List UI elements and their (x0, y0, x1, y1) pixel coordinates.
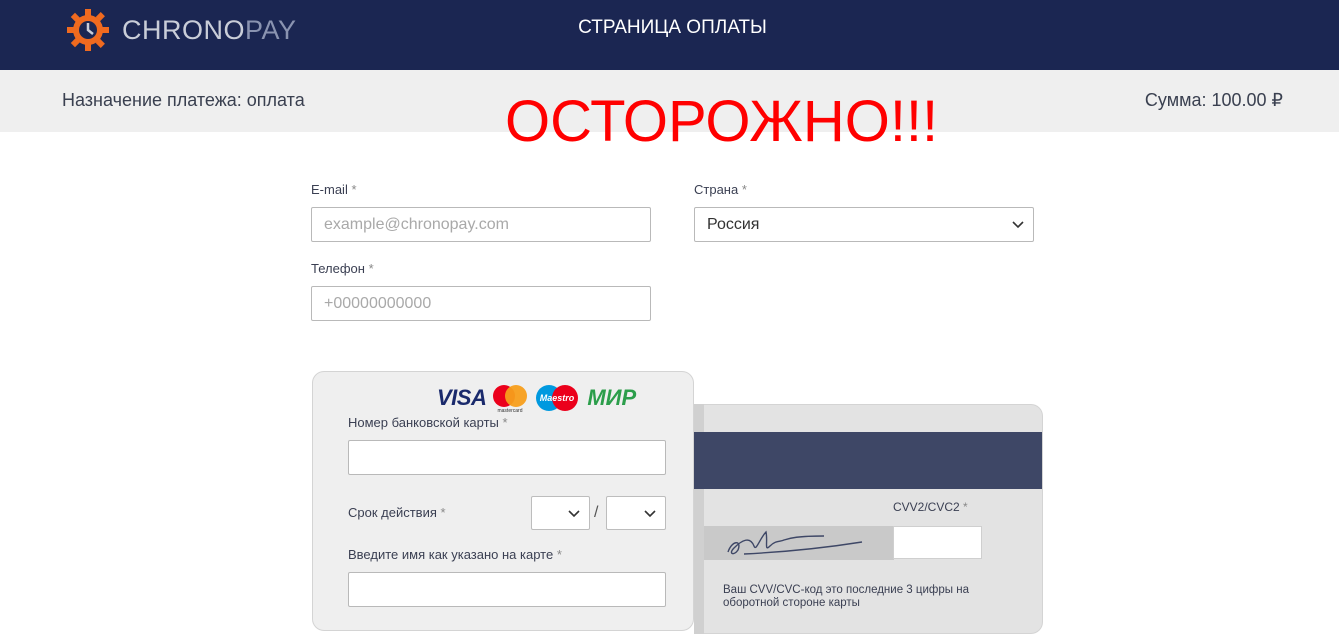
logo-chrono: CHRONO (122, 14, 245, 45)
required-mark: * (556, 547, 562, 562)
chevron-down-icon (644, 510, 656, 518)
logo-wordmark: CHRONOPAY (122, 15, 297, 46)
phone-placeholder: +00000000000 (324, 294, 432, 312)
chevron-down-icon (568, 510, 580, 518)
signature-icon (727, 530, 863, 555)
page-title: СТРАНИЦА ОПЛАТЫ (578, 17, 767, 38)
country-value: Россия (707, 215, 760, 233)
warning-overlay: ОСТОРОЖНО!!! (505, 89, 939, 154)
expiry-year-select[interactable] (606, 496, 666, 530)
svg-text:mastercard: mastercard (498, 408, 523, 413)
expiry-label: Срок действия * (348, 505, 446, 520)
required-mark: * (502, 415, 508, 430)
cvv-input[interactable] (893, 526, 982, 559)
chevron-down-icon (1012, 221, 1024, 229)
country-label: Страна * (694, 182, 747, 197)
expiry-separator: / (594, 504, 599, 521)
country-select[interactable]: Россия (694, 207, 1034, 242)
expiry-label-text: Срок действия (348, 505, 437, 520)
email-placeholder: example@chronopay.com (324, 215, 509, 233)
phone-field[interactable]: +00000000000 (311, 286, 651, 321)
required-mark: * (351, 182, 357, 197)
expiry-month-select[interactable] (531, 496, 590, 530)
cardholder-name-input[interactable] (348, 572, 666, 607)
email-label-text: E-mail (311, 182, 348, 197)
card-brands: VISA mastercard Maestro МИР (437, 383, 636, 413)
cardholder-name-label: Введите имя как указано на карте * (348, 547, 562, 562)
magnetic-strip (694, 432, 1042, 489)
maestro-logo-icon: Maestro (536, 385, 579, 411)
mir-logo: МИР (587, 385, 637, 410)
country-label-text: Страна (694, 182, 739, 197)
phone-label: Телефон * (311, 261, 374, 276)
cvv-label: CVV2/CVC2 * (893, 500, 968, 514)
card-number-label-text: Номер банковской карты (348, 415, 499, 430)
payment-purpose: Назначение платежа: оплата (62, 90, 305, 110)
mastercard-logo-icon: mastercard (493, 385, 528, 413)
required-mark: * (368, 261, 374, 276)
visa-logo: VISA (437, 385, 487, 410)
email-label: E-mail * (311, 182, 357, 197)
header-bar: CHRONOPAY СТРАНИЦА ОПЛАТЫ (0, 0, 1339, 70)
signature-strip (704, 526, 894, 560)
payment-amount: Сумма: 100.00 ₽ (1144, 90, 1283, 110)
chronopay-logo[interactable]: CHRONOPAY (62, 7, 297, 53)
email-field[interactable]: example@chronopay.com (311, 207, 651, 242)
gear-logo-icon (67, 9, 109, 51)
cvv-label-text: CVV2/CVC2 (893, 500, 960, 514)
cardholder-name-label-text: Введите имя как указано на карте (348, 547, 554, 562)
card-number-input[interactable] (348, 440, 666, 475)
required-mark: * (741, 182, 747, 197)
phone-label-text: Телефон (311, 261, 365, 276)
logo-pay: PAY (245, 14, 297, 45)
card-number-label: Номер банковской карты * (348, 415, 508, 430)
required-mark: * (963, 500, 968, 514)
svg-text:Maestro: Maestro (540, 393, 575, 403)
required-mark: * (440, 505, 446, 520)
cvv-hint: Ваш CVV/CVC-код это последние 3 цифры на… (723, 584, 969, 609)
